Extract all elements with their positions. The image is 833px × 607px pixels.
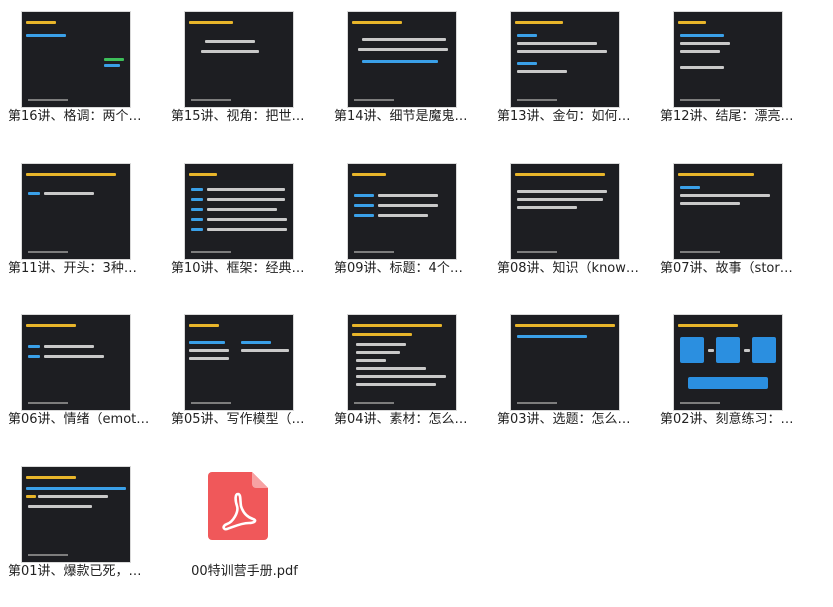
file-name: 第12讲、结尾：漂亮… (660, 109, 794, 124)
file-name: 第10讲、框架：经典… (171, 261, 305, 276)
video-thumbnail (348, 164, 456, 259)
file-grid: 第16讲、格调：两个… 第15讲、视角：把世… 第14讲、细节是魔鬼… 第13讲… (0, 0, 833, 607)
file-tile[interactable]: 第09讲、标题：4个… (326, 152, 489, 302)
file-name: 第02讲、刻意练习：… (660, 412, 794, 427)
file-tile[interactable]: 第14讲、细节是魔鬼… (326, 0, 489, 150)
file-tile[interactable]: 第01讲、爆款已死，… (0, 455, 163, 605)
file-tile[interactable]: 第15讲、视角：把世… (163, 0, 326, 150)
file-tile[interactable]: 第16讲、格调：两个… (0, 0, 163, 150)
file-tile[interactable]: 第11讲、开头：3种… (0, 152, 163, 302)
file-name: 第07讲、故事（stor… (660, 261, 793, 276)
file-name: 第01讲、爆款已死，… (8, 564, 142, 579)
video-thumbnail (511, 315, 619, 410)
video-thumbnail (22, 164, 130, 259)
file-name: 第16讲、格调：两个… (8, 109, 142, 124)
pdf-file-icon (208, 472, 268, 540)
video-thumbnail (185, 12, 293, 107)
file-tile[interactable]: 第12讲、结尾：漂亮… (652, 0, 815, 150)
video-thumbnail (22, 467, 130, 562)
file-tile[interactable]: 第05讲、写作模型（… (163, 303, 326, 453)
file-tile[interactable]: 第13讲、金句：如何… (489, 0, 652, 150)
video-thumbnail (674, 315, 782, 410)
file-tile[interactable]: 第03讲、选题：怎么… (489, 303, 652, 453)
file-name: 第05讲、写作模型（… (171, 412, 305, 427)
video-thumbnail (22, 12, 130, 107)
file-name: 00特训营手册.pdf (191, 564, 298, 579)
video-thumbnail (348, 315, 456, 410)
file-name: 第15讲、视角：把世… (171, 109, 305, 124)
file-tile[interactable]: 第08讲、知识（know… (489, 152, 652, 302)
video-thumbnail (511, 12, 619, 107)
file-tile[interactable]: 00特训营手册.pdf (163, 455, 326, 605)
video-thumbnail (348, 12, 456, 107)
video-thumbnail (185, 164, 293, 259)
file-name: 第13讲、金句：如何… (497, 109, 631, 124)
video-thumbnail (674, 12, 782, 107)
video-thumbnail (22, 315, 130, 410)
video-thumbnail (185, 315, 293, 410)
file-tile[interactable]: 第06讲、情绪（emot… (0, 303, 163, 453)
file-name: 第04讲、素材：怎么… (334, 412, 468, 427)
file-name: 第08讲、知识（know… (497, 261, 639, 276)
file-tile[interactable]: 第04讲、素材：怎么… (326, 303, 489, 453)
file-name: 第14讲、细节是魔鬼… (334, 109, 468, 124)
video-thumbnail (674, 164, 782, 259)
file-name: 第03讲、选题：怎么… (497, 412, 631, 427)
file-tile[interactable]: 第02讲、刻意练习：… (652, 303, 815, 453)
video-thumbnail (511, 164, 619, 259)
file-name: 第09讲、标题：4个… (334, 261, 463, 276)
file-tile[interactable]: 第07讲、故事（stor… (652, 152, 815, 302)
file-name: 第11讲、开头：3种… (8, 261, 137, 276)
file-name: 第06讲、情绪（emot… (8, 412, 150, 427)
file-tile[interactable]: 第10讲、框架：经典… (163, 152, 326, 302)
